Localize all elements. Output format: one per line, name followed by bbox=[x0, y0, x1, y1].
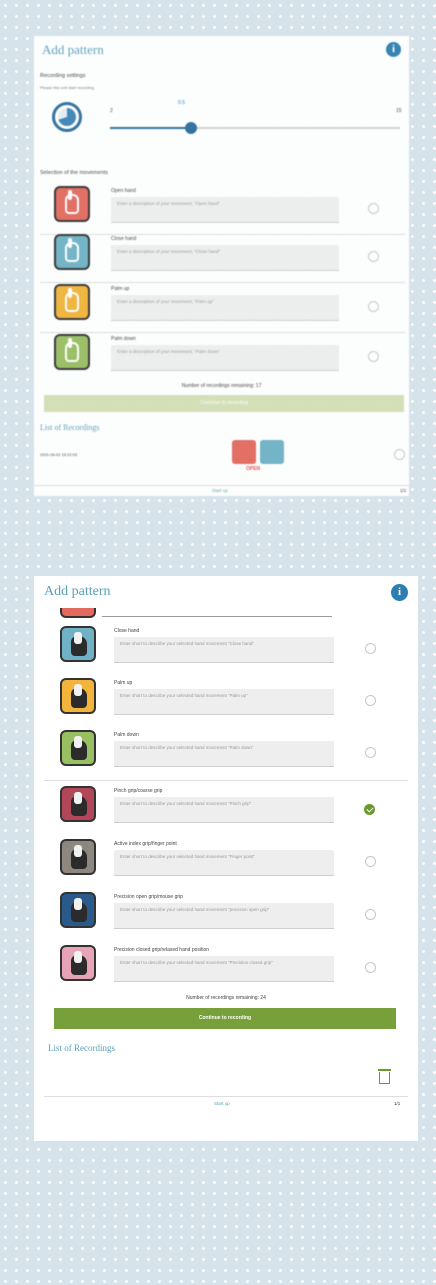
mouse-grip-icon bbox=[60, 892, 96, 928]
movement-radio[interactable] bbox=[368, 301, 379, 312]
close-hand-icon bbox=[54, 234, 90, 270]
recordings-remaining: Number of recordings remaining: 24 bbox=[186, 995, 266, 1001]
open-hand-icon bbox=[54, 186, 90, 222]
movement-row[interactable]: Close hand Enter short to describe your … bbox=[34, 624, 418, 674]
relaxed-hand-icon bbox=[60, 945, 96, 981]
recording-thumbnail[interactable]: OPEN bbox=[232, 440, 296, 474]
recordings-list-title: List of Recordings bbox=[48, 1043, 115, 1053]
movement-name: Palm down bbox=[111, 336, 136, 342]
movement-description-field[interactable]: Enter a description of your movement, "P… bbox=[111, 295, 339, 321]
palm-up-icon bbox=[54, 284, 90, 320]
movement-radio[interactable] bbox=[368, 251, 379, 262]
movement-row[interactable]: Palm up Enter short to describe your sel… bbox=[34, 676, 418, 726]
info-icon[interactable]: i bbox=[391, 584, 408, 601]
info-icon[interactable]: i bbox=[386, 42, 401, 57]
movement-description-field[interactable]: Enter short to describe your selected ha… bbox=[114, 637, 334, 663]
recording-badge: OPEN bbox=[246, 466, 261, 472]
footer-startup-link[interactable]: Start up bbox=[214, 1101, 230, 1106]
movement-row[interactable]: Palm down Enter short to describe your s… bbox=[34, 728, 418, 778]
movement-name: Close hand bbox=[114, 628, 140, 634]
footer-divider bbox=[44, 1096, 408, 1097]
palm-down-icon bbox=[60, 730, 96, 766]
movement-row[interactable]: Palm up Enter a description of your move… bbox=[34, 282, 409, 332]
palm-down-icon bbox=[54, 334, 90, 370]
movement-row[interactable]: Palm down Enter a description of your mo… bbox=[34, 332, 409, 382]
movement-name: Palm up bbox=[111, 286, 130, 292]
slider-max-label: 15 bbox=[396, 108, 402, 114]
duration-slider[interactable] bbox=[110, 122, 400, 134]
slider-min-label: 2 bbox=[110, 108, 113, 114]
movement-description-field[interactable]: Enter short to describe your selected ha… bbox=[114, 797, 334, 823]
recording-date: 2021-06-02 15:22:03 bbox=[40, 452, 78, 457]
movement-radio[interactable] bbox=[368, 351, 379, 362]
add-pattern-panel-bottom: Add pattern i Close hand Enter short to … bbox=[34, 576, 418, 1141]
movement-description-field[interactable]: Enter a description of your movement, "C… bbox=[111, 245, 339, 271]
movement-description-field[interactable]: Enter short to describe your selected ha… bbox=[114, 850, 334, 876]
recording-settings-hint: Please this unit start recording bbox=[40, 85, 94, 90]
movement-name: Close hand bbox=[111, 236, 137, 242]
movement-description-field[interactable]: Enter a description of your movement, "P… bbox=[111, 345, 339, 371]
movement-radio[interactable] bbox=[365, 909, 376, 920]
divider bbox=[102, 616, 332, 617]
recording-settings-label: Recording settings bbox=[40, 73, 86, 79]
cut-off-movement-icon bbox=[60, 608, 96, 618]
slider-handle[interactable] bbox=[185, 122, 198, 134]
movement-description-field[interactable]: Enter short to describe your selected ha… bbox=[114, 903, 334, 929]
movement-row[interactable]: Pinch grip/coarse grip Enter short to de… bbox=[34, 784, 418, 834]
open-hand-icon bbox=[232, 440, 256, 464]
divider bbox=[44, 780, 408, 781]
movement-row[interactable]: Precision closed grip/relaxed hand posit… bbox=[34, 943, 418, 993]
movement-name: Precision closed grip/relaxed hand posit… bbox=[114, 947, 210, 953]
movement-row[interactable]: Close hand Enter a description of your m… bbox=[34, 232, 409, 282]
footer-divider bbox=[34, 485, 409, 486]
page-title: Add pattern bbox=[42, 42, 104, 57]
close-hand-icon bbox=[60, 626, 96, 662]
footer-page-count: 1/1 bbox=[400, 488, 407, 493]
movement-row[interactable]: Precision open grip/mouse grip Enter sho… bbox=[34, 890, 418, 940]
movement-name: Open hand bbox=[111, 188, 136, 194]
movement-radio[interactable] bbox=[365, 856, 376, 867]
recordings-list-title: List of Recordings bbox=[40, 423, 100, 432]
movement-description-field[interactable]: Enter a description of your movement, "O… bbox=[111, 197, 339, 223]
slider-value-label: 0.5 bbox=[178, 100, 185, 106]
movement-name: Palm up bbox=[114, 680, 133, 686]
trash-icon[interactable] bbox=[378, 1069, 391, 1084]
movement-row[interactable]: Open hand Enter a description of your mo… bbox=[34, 184, 409, 234]
continue-button[interactable]: Continue to recording bbox=[44, 395, 404, 412]
palm-up-icon bbox=[60, 678, 96, 714]
footer-startup-link[interactable]: Start up bbox=[212, 488, 228, 493]
movement-name: Pinch grip/coarse grip bbox=[114, 788, 163, 794]
movement-description-field[interactable]: Enter short to describe your selected ha… bbox=[114, 956, 334, 982]
selection-label: Selection of the movements bbox=[40, 170, 108, 176]
page-title: Add pattern bbox=[44, 584, 111, 599]
continue-button[interactable]: Continue to recording bbox=[54, 1008, 396, 1029]
movement-name: Palm down bbox=[114, 732, 139, 738]
movement-description-field[interactable]: Enter short to describe your selected ha… bbox=[114, 689, 334, 715]
timer-icon bbox=[52, 102, 82, 132]
recordings-remaining: Number of recordings remaining: 17 bbox=[181, 383, 262, 389]
movement-name: Precision open grip/mouse grip bbox=[114, 894, 183, 900]
movement-radio[interactable] bbox=[368, 203, 379, 214]
add-pattern-panel-top: Add pattern i Recording settings Please … bbox=[34, 36, 409, 496]
footer-page-count: 1/1 bbox=[394, 1101, 401, 1106]
movement-radio-checked[interactable] bbox=[364, 804, 375, 815]
movement-row[interactable]: Active index grip/finger point Enter sho… bbox=[34, 837, 418, 887]
recording-radio[interactable] bbox=[394, 449, 405, 460]
finger-point-icon bbox=[60, 839, 96, 875]
movement-radio[interactable] bbox=[365, 962, 376, 973]
pinch-grip-icon bbox=[60, 786, 96, 822]
movement-radio[interactable] bbox=[365, 747, 376, 758]
movement-description-field[interactable]: Enter short to describe your selected ha… bbox=[114, 741, 334, 767]
close-hand-icon bbox=[260, 440, 284, 464]
movement-radio[interactable] bbox=[365, 643, 376, 654]
movement-radio[interactable] bbox=[365, 695, 376, 706]
movement-name: Active index grip/finger point bbox=[114, 841, 177, 847]
